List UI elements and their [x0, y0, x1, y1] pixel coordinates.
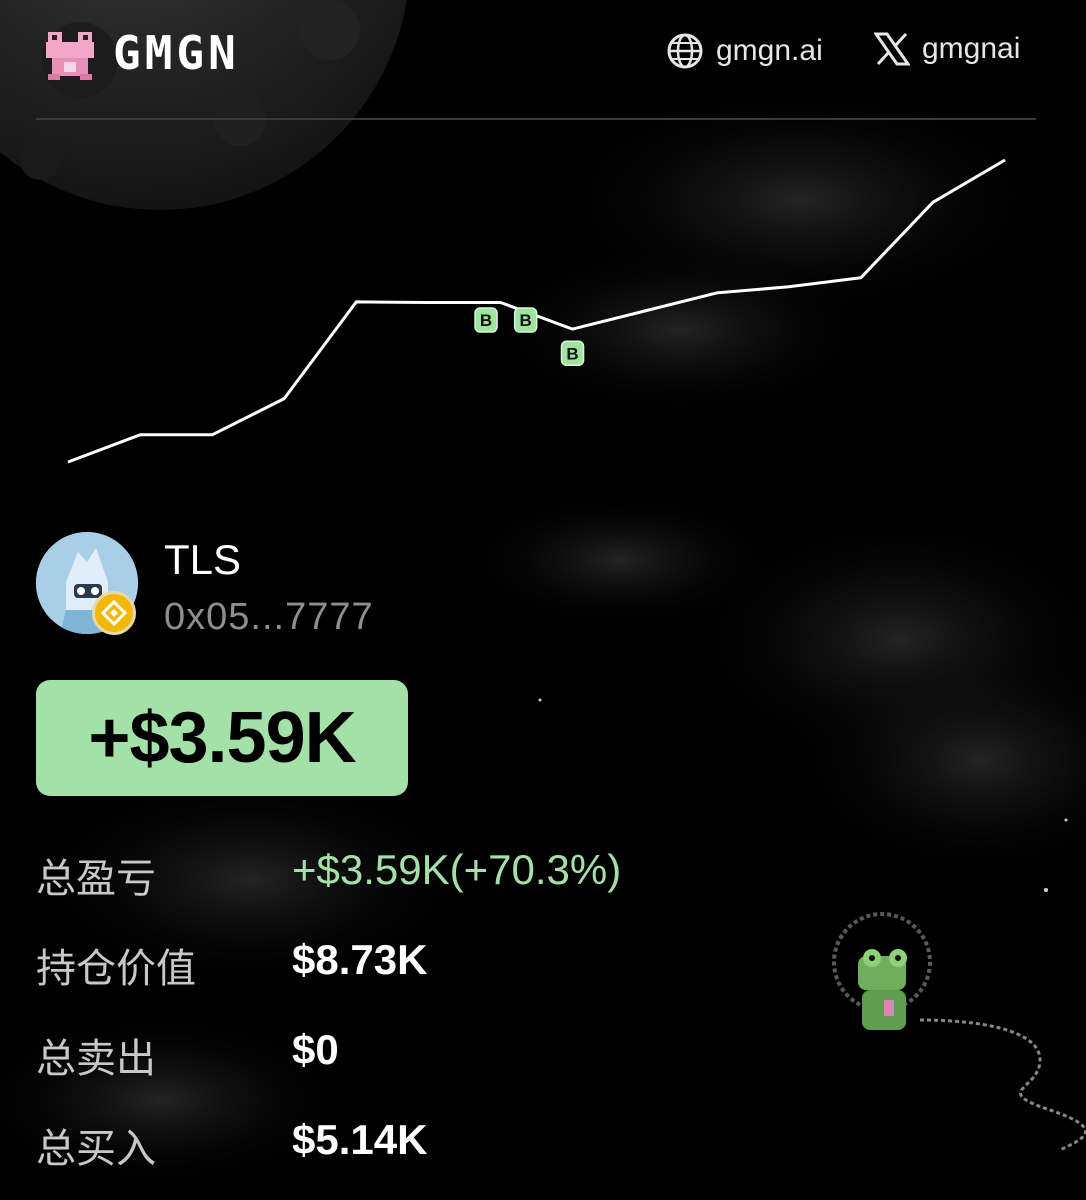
buy-marker[interactable]: B — [513, 307, 538, 333]
stat-value-total-bought: $5.14K — [292, 1116, 428, 1163]
astronaut-frog-icon — [832, 912, 1086, 1152]
buy-marker-label: B — [480, 311, 492, 330]
wallet-name: TLS — [164, 536, 242, 583]
pnl-value: +$3.59K — [88, 698, 356, 778]
stat-value-total-pnl: +$3.59K(+70.3%) — [292, 846, 622, 893]
stat-label-holding-value: 持仓价值 — [36, 946, 196, 992]
stat-label-total-bought: 总买入 — [36, 1126, 156, 1172]
stat-label-total-pnl: 总盈亏 — [36, 856, 156, 902]
bnb-chain-icon — [92, 591, 136, 635]
stat-label-total-sold: 总卖出 — [36, 1036, 156, 1082]
buy-marker[interactable]: B — [474, 307, 498, 333]
wallet-address[interactable]: 0x05...7777 — [164, 596, 374, 639]
stat-value-holding-value: $8.73K — [292, 936, 428, 983]
pnl-line-chart: B B B — [67, 158, 1006, 464]
stat-value-total-sold: $0 — [292, 1026, 339, 1073]
pnl-badge: +$3.59K — [36, 680, 408, 796]
buy-marker-label: B — [566, 344, 578, 363]
buy-marker-label: B — [520, 311, 532, 330]
buy-marker[interactable]: B — [560, 340, 585, 367]
